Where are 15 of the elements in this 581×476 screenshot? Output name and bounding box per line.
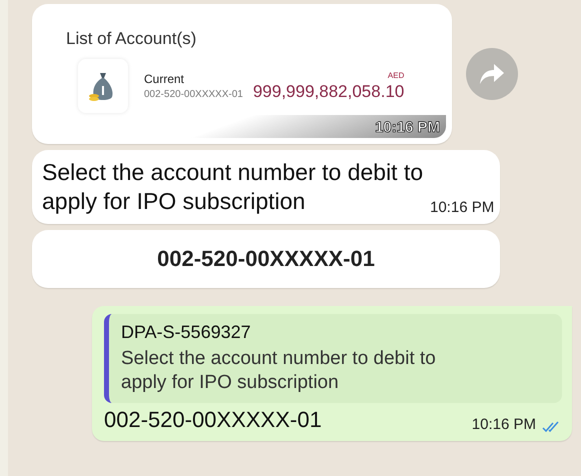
message-time: 10:16 PM [374,119,440,136]
message-text: 002-520-00XXXXX-01 [104,407,322,433]
message-text: Select the account number to debit to apply for IPO subscription [42,158,424,216]
message-time: 10:16 PM [430,199,494,216]
share-icon [479,63,505,85]
reply-button[interactable]: 002-520-00XXXXX-01 [32,230,500,288]
card-title: List of Account(s) [65,28,198,49]
balance-amount: 999,999,882,058.10 [252,82,404,102]
quote-author: DPA-S-5569327 [121,322,252,343]
share-button[interactable] [466,48,518,100]
quote-text: Select the account number to debit to apply for IPO subscription [121,347,437,395]
message-time: 10:16 PM [472,416,536,433]
account-number: 002-520-00XXXXX-01 [144,89,243,100]
account-type: Current [144,72,186,86]
currency-label: AED [388,70,404,80]
